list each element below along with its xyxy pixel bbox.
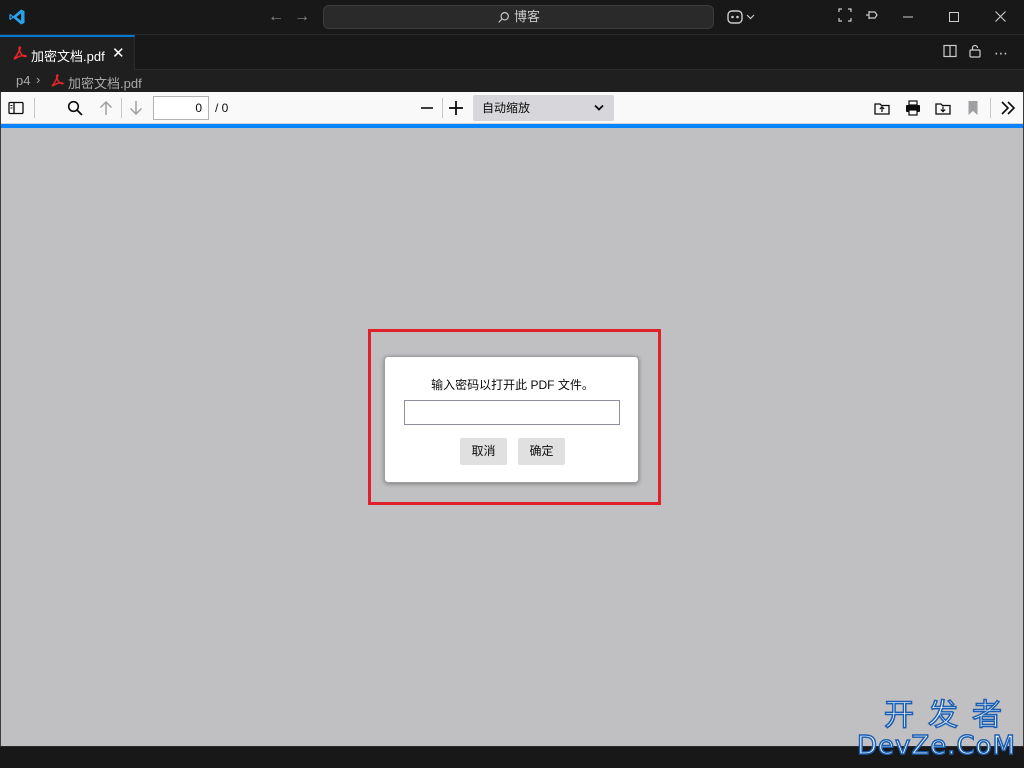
breadcrumb: p4 › 加密文档.pdf <box>0 70 1024 92</box>
watermark-line2: DevZe.CoM <box>856 731 1016 761</box>
next-page-icon[interactable] <box>124 96 148 120</box>
watermark-logo: 开发者 DevZe.CoM <box>856 698 1016 761</box>
command-center-search[interactable]: 博客 <box>323 5 714 29</box>
ok-button[interactable]: 确定 <box>518 438 565 465</box>
zoom-in-icon[interactable] <box>444 96 468 120</box>
download-icon[interactable] <box>931 96 955 120</box>
password-prompt-text: 输入密码以打开此 PDF 文件。 <box>431 378 594 392</box>
maximize-icon[interactable] <box>931 0 977 34</box>
customize-layout-icon[interactable] <box>834 6 856 28</box>
chevron-down-icon <box>594 104 604 111</box>
sidebar-toggle-icon[interactable] <box>4 96 28 120</box>
pdf-icon <box>13 46 27 60</box>
pin-icon[interactable] <box>861 6 883 28</box>
bookmark-icon[interactable] <box>961 96 985 120</box>
previous-page-icon[interactable] <box>94 96 118 120</box>
toolbar-separator <box>442 98 443 118</box>
toolbar-separator <box>34 98 35 118</box>
command-center-text: 博客 <box>513 9 540 24</box>
page-count: / 0 <box>215 101 229 115</box>
search-icon <box>498 12 509 23</box>
breadcrumb-folder[interactable]: p4 <box>16 73 30 88</box>
tab-bar: 加密文档.pdf ✕ ⋯ <box>0 35 1024 70</box>
title-bar: ← → 博客 <box>0 0 1024 35</box>
copilot-icon[interactable] <box>726 8 758 26</box>
back-arrow-icon[interactable]: ← <box>265 6 287 28</box>
zoom-select-value: 自动缩放 <box>482 101 531 115</box>
lock-icon[interactable] <box>964 42 986 64</box>
breadcrumb-file[interactable]: 加密文档.pdf <box>68 73 142 92</box>
tab-close-icon[interactable]: ✕ <box>112 44 125 62</box>
zoom-select[interactable]: 自动缩放 <box>473 95 614 121</box>
tools-double-chevron-icon[interactable] <box>996 96 1020 120</box>
close-window-icon[interactable] <box>977 0 1023 34</box>
pdf-toolbar: / 0 自动缩放 <box>1 92 1023 124</box>
vscode-logo-icon <box>9 9 25 25</box>
zoom-out-icon[interactable] <box>415 96 439 120</box>
tab-label: 加密文档.pdf <box>31 49 105 64</box>
page-number-input[interactable] <box>153 96 209 120</box>
tab-encrypted-pdf[interactable]: 加密文档.pdf ✕ <box>0 35 135 70</box>
cancel-button[interactable]: 取消 <box>460 438 507 465</box>
more-actions-icon[interactable]: ⋯ <box>990 42 1012 64</box>
find-search-icon[interactable] <box>63 96 87 120</box>
watermark-line1: 开发者 <box>883 698 1016 733</box>
toolbar-separator <box>121 98 122 118</box>
chevron-right-icon: › <box>36 72 41 87</box>
minimize-icon[interactable] <box>885 0 931 34</box>
open-file-icon[interactable] <box>870 96 894 120</box>
print-icon[interactable] <box>901 96 925 120</box>
forward-arrow-icon[interactable]: → <box>291 6 313 28</box>
split-editor-icon[interactable] <box>939 42 961 64</box>
password-dialog: 输入密码以打开此 PDF 文件。 取消 确定 <box>384 356 639 483</box>
password-input[interactable] <box>404 400 620 425</box>
toolbar-separator <box>990 98 991 118</box>
pdf-icon <box>51 74 64 87</box>
